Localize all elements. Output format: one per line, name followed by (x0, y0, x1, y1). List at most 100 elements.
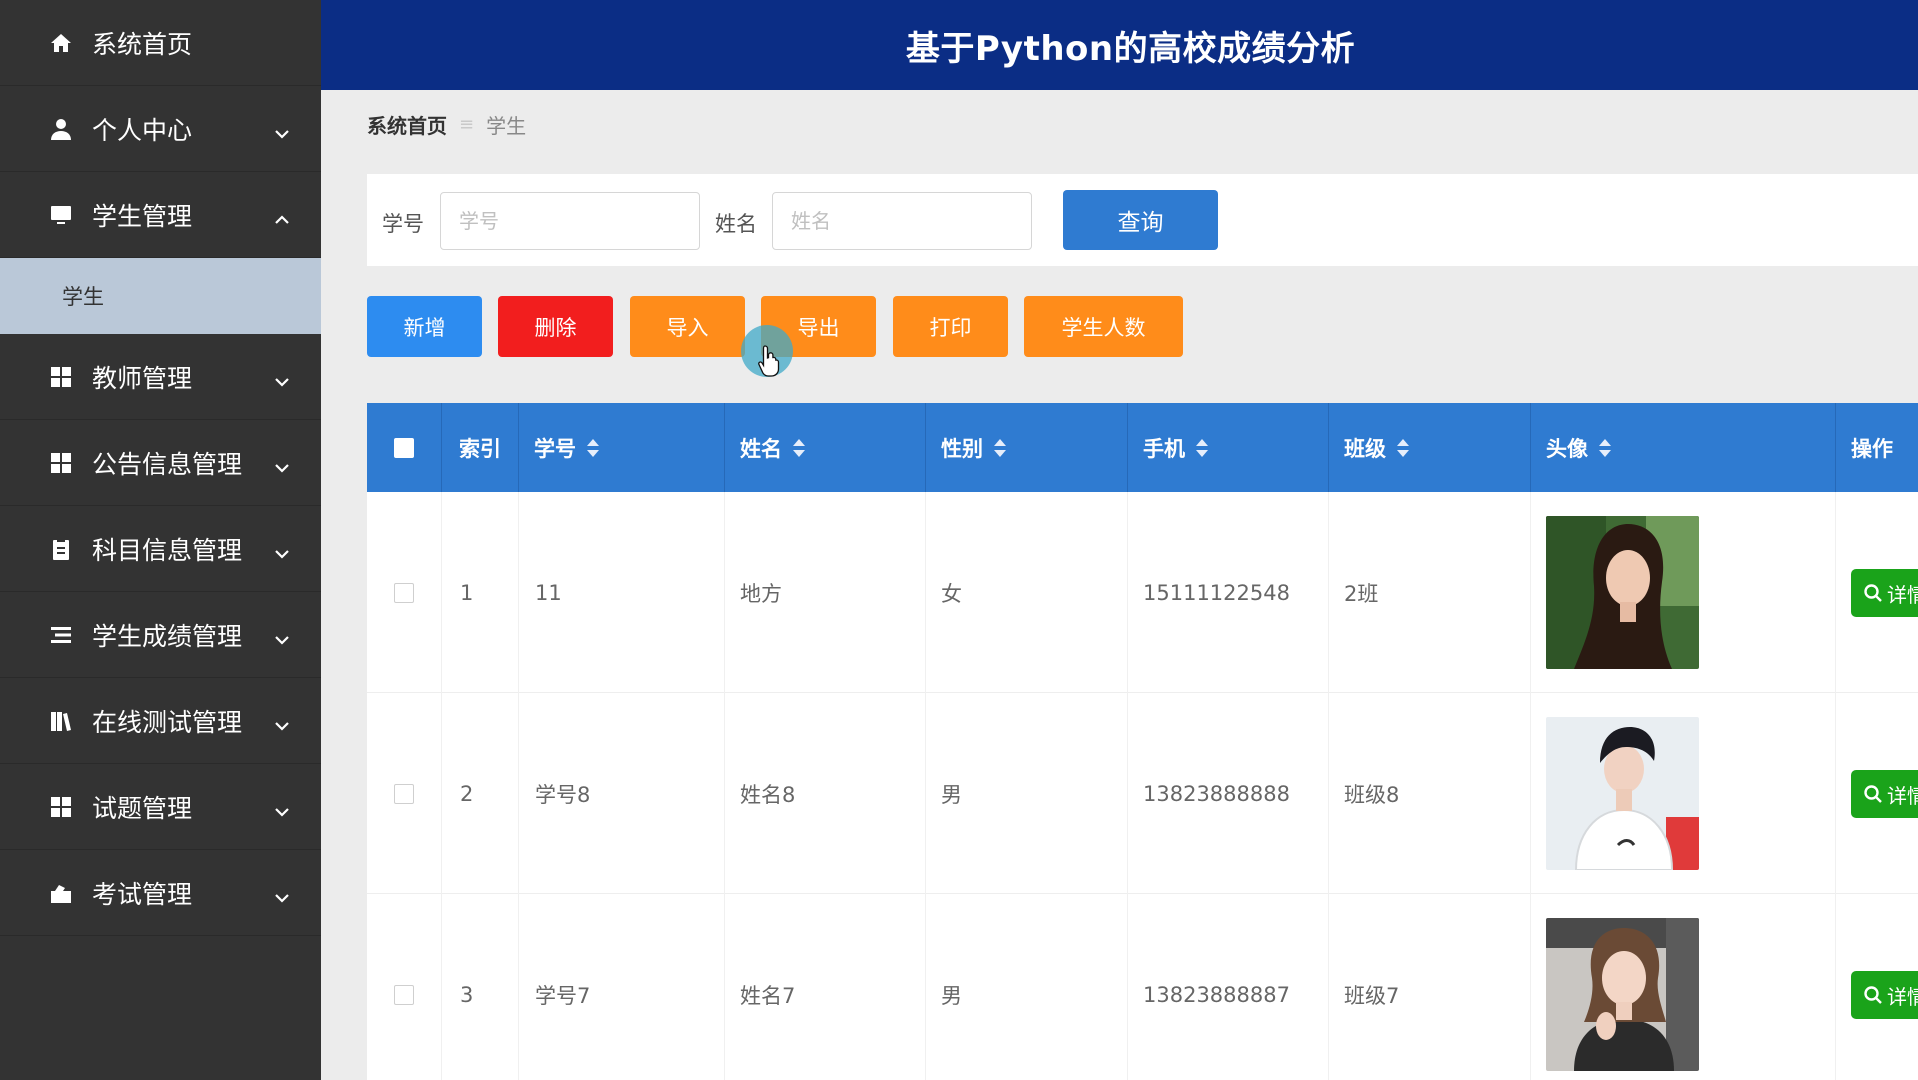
row-checkbox-cell (367, 492, 442, 693)
row-checkbox[interactable] (394, 984, 414, 1005)
grid-icon (48, 364, 74, 390)
sidebar-item-teacher-management[interactable]: 教师管理 (0, 334, 321, 420)
print-button[interactable]: 打印 (893, 296, 1008, 357)
sort-icon[interactable] (1598, 437, 1612, 459)
sort-icon[interactable] (586, 437, 600, 459)
sidebar-item-announcement-management[interactable]: 公告信息管理 (0, 420, 321, 506)
sidebar-item-label: 系统首页 (92, 29, 193, 59)
sidebar-item-personal-center[interactable]: 个人中心 (0, 86, 321, 172)
sort-icon[interactable] (1195, 437, 1209, 459)
cell-class: 班级7 (1329, 894, 1531, 1080)
avatar (1546, 918, 1699, 1071)
sidebar-item-exam-management[interactable]: 考试管理 (0, 850, 321, 936)
chevron-down-icon (273, 454, 291, 473)
cell-index: 3 (442, 894, 519, 1080)
sort-icon[interactable] (1396, 437, 1410, 459)
detail-button[interactable]: 详情 (1851, 569, 1918, 617)
sidebar-item-label: 试题管理 (92, 793, 193, 823)
books-icon (48, 708, 74, 734)
student-count-button[interactable]: 学生人数 (1024, 296, 1183, 357)
chevron-down-icon (273, 120, 291, 139)
cell-student-id: 学号8 (519, 693, 725, 894)
search-icon (1864, 986, 1882, 1004)
sidebar-item-student-management[interactable]: 学生管理 (0, 172, 321, 258)
sidebar-item-online-test-management[interactable]: 在线测试管理 (0, 678, 321, 764)
cell-phone: 13823888887 (1128, 894, 1329, 1080)
sidebar-item-label: 学生成绩管理 (92, 621, 243, 651)
column-header-label: 手机 (1143, 436, 1185, 461)
app-header: 基于Python的高校成绩分析 (321, 0, 1918, 90)
search-icon (1864, 785, 1882, 803)
cell-phone: 15111122548 (1128, 492, 1329, 693)
cell-avatar (1531, 894, 1836, 1080)
column-header-label: 性别 (941, 436, 983, 461)
detail-button-label: 详情 (1887, 783, 1918, 808)
sidebar-item-question-management[interactable]: 试题管理 (0, 764, 321, 850)
app-title: 基于Python的高校成绩分析 (905, 28, 1356, 69)
sort-icon[interactable] (792, 437, 806, 459)
name-input[interactable] (772, 192, 1032, 250)
sidebar-item-label: 个人中心 (92, 115, 193, 145)
home-icon (48, 30, 74, 56)
detail-button[interactable]: 详情 (1851, 971, 1918, 1019)
sidebar-item-grade-management[interactable]: 学生成绩管理 (0, 592, 321, 678)
column-header-label: 姓名 (740, 436, 782, 461)
cell-phone: 13823888888 (1128, 693, 1329, 894)
student-id-label: 学号 (382, 212, 424, 236)
row-checkbox[interactable] (394, 582, 414, 603)
name-label: 姓名 (715, 212, 757, 236)
cell-name: 地方 (725, 492, 926, 693)
row-checkbox[interactable] (394, 783, 414, 804)
breadcrumb: 系统首页 ≡ 学生 (367, 110, 526, 139)
column-header-avatar[interactable]: 头像 (1531, 403, 1836, 492)
cell-avatar (1531, 693, 1836, 894)
briefcase-icon (48, 880, 74, 906)
cell-student-id: 11 (519, 492, 725, 693)
sidebar-item-label: 在线测试管理 (92, 707, 243, 737)
chevron-down-icon (273, 798, 291, 817)
avatar (1546, 717, 1699, 870)
add-button[interactable]: 新增 (367, 296, 482, 357)
grid-icon (48, 794, 74, 820)
chevron-down-icon (273, 626, 291, 645)
student-id-input[interactable] (440, 192, 700, 250)
delete-button[interactable]: 删除 (498, 296, 613, 357)
detail-button[interactable]: 详情 (1851, 770, 1918, 818)
import-button[interactable]: 导入 (630, 296, 745, 357)
query-button[interactable]: 查询 (1063, 190, 1218, 250)
column-header-label: 索引 (459, 436, 501, 461)
sidebar-item-home[interactable]: 系统首页 (0, 0, 321, 86)
column-header-name[interactable]: 姓名 (725, 403, 926, 492)
column-header-phone[interactable]: 手机 (1128, 403, 1329, 492)
detail-button-label: 详情 (1887, 582, 1918, 607)
column-header-gender[interactable]: 性别 (926, 403, 1128, 492)
row-checkbox-cell (367, 693, 442, 894)
select-all-checkbox[interactable] (394, 437, 414, 458)
detail-button-label: 详情 (1887, 984, 1918, 1009)
sidebar-item-label: 教师管理 (92, 363, 193, 393)
chevron-down-icon (273, 884, 291, 903)
breadcrumb-home[interactable]: 系统首页 (367, 110, 447, 139)
column-header-class[interactable]: 班级 (1329, 403, 1531, 492)
breadcrumb-separator: ≡ (459, 114, 475, 135)
monitor-icon (48, 202, 74, 228)
cell-avatar (1531, 492, 1836, 693)
search-panel: 学号 姓名 查询 (367, 174, 1918, 266)
sidebar-subitem-student[interactable]: 学生 (0, 258, 321, 334)
chevron-down-icon (273, 368, 291, 387)
search-icon (1864, 584, 1882, 602)
user-icon (48, 116, 74, 142)
chevron-down-icon (273, 540, 291, 559)
sort-icon[interactable] (993, 437, 1007, 459)
table-header: 索引 学号 姓名 性别 手机 班级 头像 操作 (367, 403, 1918, 492)
table-row: 2 学号8 姓名8 男 13823888888 班级8 详情 (367, 693, 1918, 894)
sidebar-item-label: 科目信息管理 (92, 535, 243, 565)
cell-name: 姓名7 (725, 894, 926, 1080)
cell-index: 2 (442, 693, 519, 894)
sidebar-item-subject-management[interactable]: 科目信息管理 (0, 506, 321, 592)
cell-student-id: 学号7 (519, 894, 725, 1080)
cell-gender: 女 (926, 492, 1128, 693)
column-header-label: 班级 (1344, 436, 1386, 461)
column-header-student-id[interactable]: 学号 (519, 403, 725, 492)
grid-icon (48, 450, 74, 476)
